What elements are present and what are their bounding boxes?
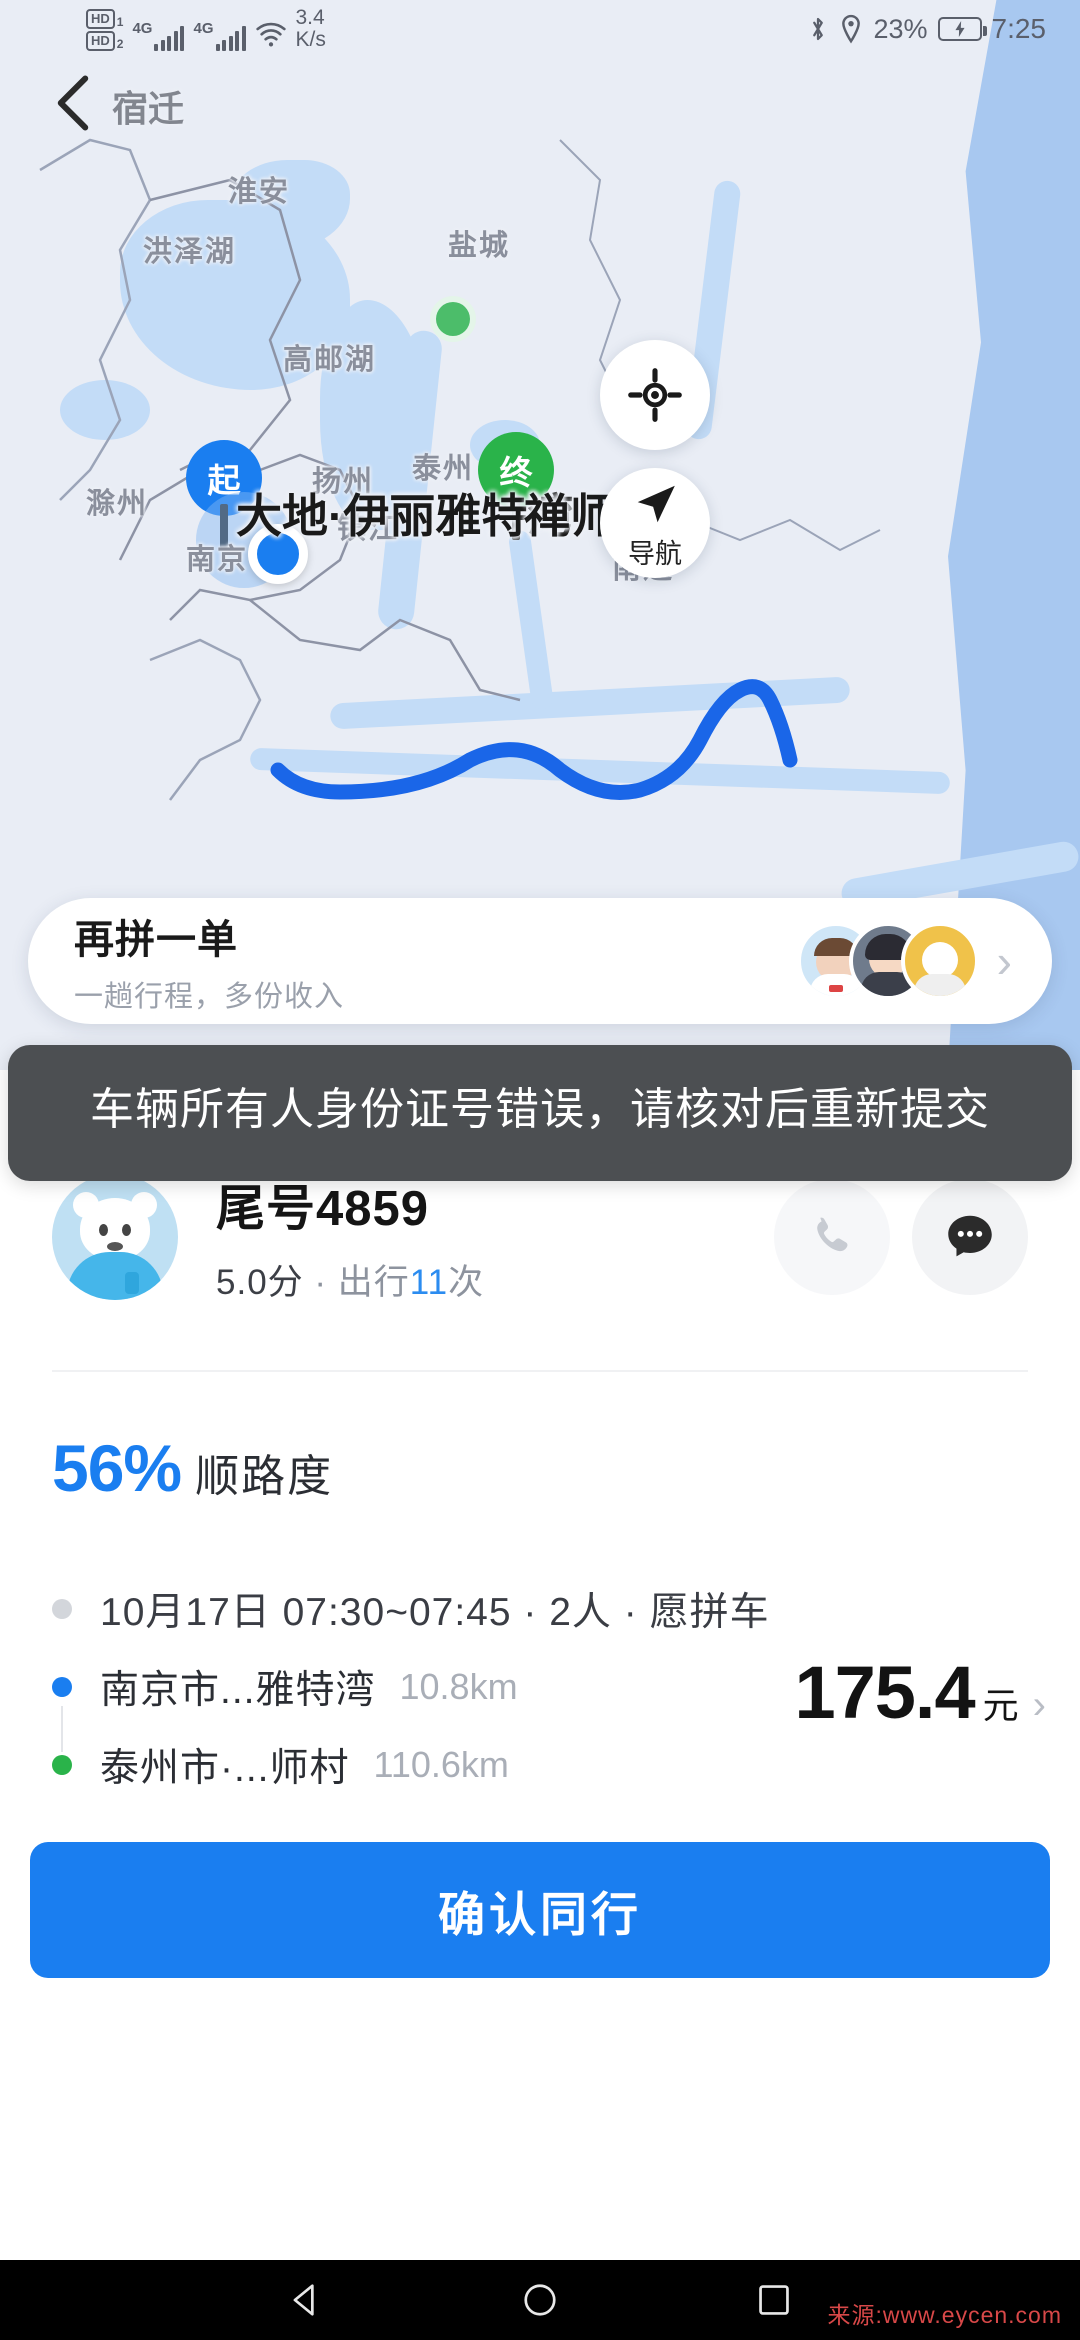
hd1-number: 1 xyxy=(117,15,124,29)
confirm-button-label: 确认同行 xyxy=(438,1876,642,1945)
network-speed-value: 3.4 xyxy=(296,7,326,29)
origin-dot-icon xyxy=(52,1677,72,1697)
status-bar-left: HD 1 HD 2 4G 4G 3.4 xyxy=(86,7,326,51)
navigation-arrow-icon xyxy=(627,476,683,532)
battery-percent: 23% xyxy=(873,14,927,45)
hd2-icon: HD xyxy=(86,31,115,51)
system-nav-bar: 来源:www.eycen.com xyxy=(0,2260,1080,2340)
trip-destination: 泰州市·...师村 xyxy=(100,1737,350,1793)
navigate-button-label: 导航 xyxy=(628,532,682,571)
location-icon xyxy=(839,14,863,44)
navigate-button[interactable]: 导航 xyxy=(600,468,710,578)
avatar-nose xyxy=(107,1242,123,1251)
trip-origin-distance: 10.8km xyxy=(400,1666,518,1708)
call-button[interactable] xyxy=(774,1179,890,1295)
back-arrow-icon xyxy=(52,75,94,131)
clock: 7:25 xyxy=(992,13,1047,45)
carpool-promo-title: 再拼一单 xyxy=(74,907,797,965)
hd-sim1: HD 1 xyxy=(86,9,123,29)
signal-sim2: 4G xyxy=(193,20,245,51)
avatar-pocket xyxy=(125,1272,139,1294)
hd1-icon: HD xyxy=(86,9,115,29)
map-label-chuzhou: 滁州 xyxy=(86,480,148,522)
error-toast: 车辆所有人身份证号错误，请核对后重新提交 xyxy=(8,1045,1072,1181)
nav-recents-square-icon[interactable] xyxy=(755,2281,793,2319)
match-rate-label: 顺路度 xyxy=(195,1452,333,1501)
map-label-suqian: 宿迁 xyxy=(112,80,184,132)
carpool-promo-card[interactable]: 再拼一单 一趟行程，多份收入 › xyxy=(28,898,1052,1024)
signal-bars-2-icon xyxy=(216,25,246,51)
price-block[interactable]: 175.4 元 › xyxy=(794,1650,1046,1735)
price-chevron-right-icon: › xyxy=(1033,1683,1046,1728)
network-speed: 3.4 K/s xyxy=(296,7,326,51)
nav-back-triangle-icon[interactable] xyxy=(287,2281,325,2319)
phone-icon xyxy=(806,1211,858,1263)
status-bar-right: 23% 7:25 xyxy=(807,13,1046,45)
battery-charging-icon xyxy=(938,17,982,41)
hd-sim2: HD 2 xyxy=(86,31,123,51)
carpool-promo-text: 再拼一单 一趟行程，多份收入 xyxy=(74,907,797,1015)
network-type-2: 4G xyxy=(193,20,213,37)
carpool-promo-subtitle: 一趟行程，多份收入 xyxy=(74,973,797,1015)
destination-dot-icon xyxy=(52,1755,72,1775)
confirm-button[interactable]: 确认同行 xyxy=(30,1842,1050,1978)
message-icon xyxy=(941,1208,999,1266)
network-type-1: 4G xyxy=(132,20,152,37)
price-unit: 元 xyxy=(983,1677,1019,1729)
trip-destination-row: 泰州市·...师村 110.6km xyxy=(52,1726,1028,1804)
locate-icon xyxy=(627,367,683,423)
driver-trips-count: 11 xyxy=(410,1263,448,1302)
status-bar: HD 1 HD 2 4G 4G 3.4 xyxy=(0,0,1080,58)
map-origin-poi-label: 大地·伊丽雅特湾 xyxy=(236,480,573,546)
avatar-3 xyxy=(901,922,979,1000)
driver-info: 尾号4859 5.0分 · 出行11次 xyxy=(216,1169,752,1305)
back-button[interactable] xyxy=(38,68,108,138)
hd2-number: 2 xyxy=(117,37,124,51)
order-detail-sheet: 尾号4859 5.0分 · 出行11次 56% 顺路度 xyxy=(0,1070,1080,2260)
trip-connector-line xyxy=(61,1706,63,1752)
dual-sim-hd-icons: HD 1 HD 2 xyxy=(86,9,123,52)
section-divider xyxy=(52,1370,1028,1372)
signal-sim1: 4G xyxy=(132,20,184,51)
bear-avatar[interactable] xyxy=(52,1174,178,1300)
nav-home-circle-icon[interactable] xyxy=(521,2281,559,2319)
schedule-dot-icon xyxy=(52,1599,72,1619)
driver-stats: 5.0分 · 出行11次 xyxy=(216,1254,752,1305)
map-label-gaoyouhu: 高邮湖 xyxy=(283,336,376,378)
watermark: 来源:www.eycen.com xyxy=(827,2296,1062,2330)
bluetooth-icon xyxy=(807,14,829,44)
price-amount: 175.4 xyxy=(794,1650,974,1735)
driver-trips-suffix: 次 xyxy=(448,1263,484,1302)
driver-trips-prefix: 出行 xyxy=(338,1263,410,1302)
avatar-eye-left xyxy=(99,1224,108,1236)
locate-button[interactable] xyxy=(600,340,710,450)
trip-destination-distance: 110.6km xyxy=(374,1744,509,1786)
map-green-waypoint-dot xyxy=(430,296,476,342)
avatar-body xyxy=(67,1252,163,1300)
trip-origin: 南京市...雅特湾 xyxy=(100,1659,376,1715)
message-button[interactable] xyxy=(912,1179,1028,1295)
network-speed-unit: K/s xyxy=(296,29,326,51)
trip-schedule-row: 10月17日 07:30~07:45 · 2人 · 愿拼车 xyxy=(52,1570,1028,1648)
match-rate-percent: 56% xyxy=(52,1431,181,1505)
map-label-huaian: 淮安 xyxy=(228,168,290,210)
match-rate: 56% 顺路度 xyxy=(52,1430,333,1506)
carpool-promo-avatars xyxy=(797,922,979,1000)
chevron-right-icon: › xyxy=(997,938,1012,984)
map-label-hongzehu: 洪泽湖 xyxy=(143,228,236,270)
map-label-yancheng: 盐城 xyxy=(448,222,510,264)
signal-bars-1-icon xyxy=(154,25,184,51)
wifi-icon xyxy=(255,21,287,49)
driver-score: 5.0分 xyxy=(216,1263,304,1302)
avatar-eye-right xyxy=(122,1224,131,1236)
trip-schedule: 10月17日 07:30~07:45 · 2人 · 愿拼车 xyxy=(100,1581,770,1637)
driver-stats-separator: · xyxy=(314,1263,327,1302)
